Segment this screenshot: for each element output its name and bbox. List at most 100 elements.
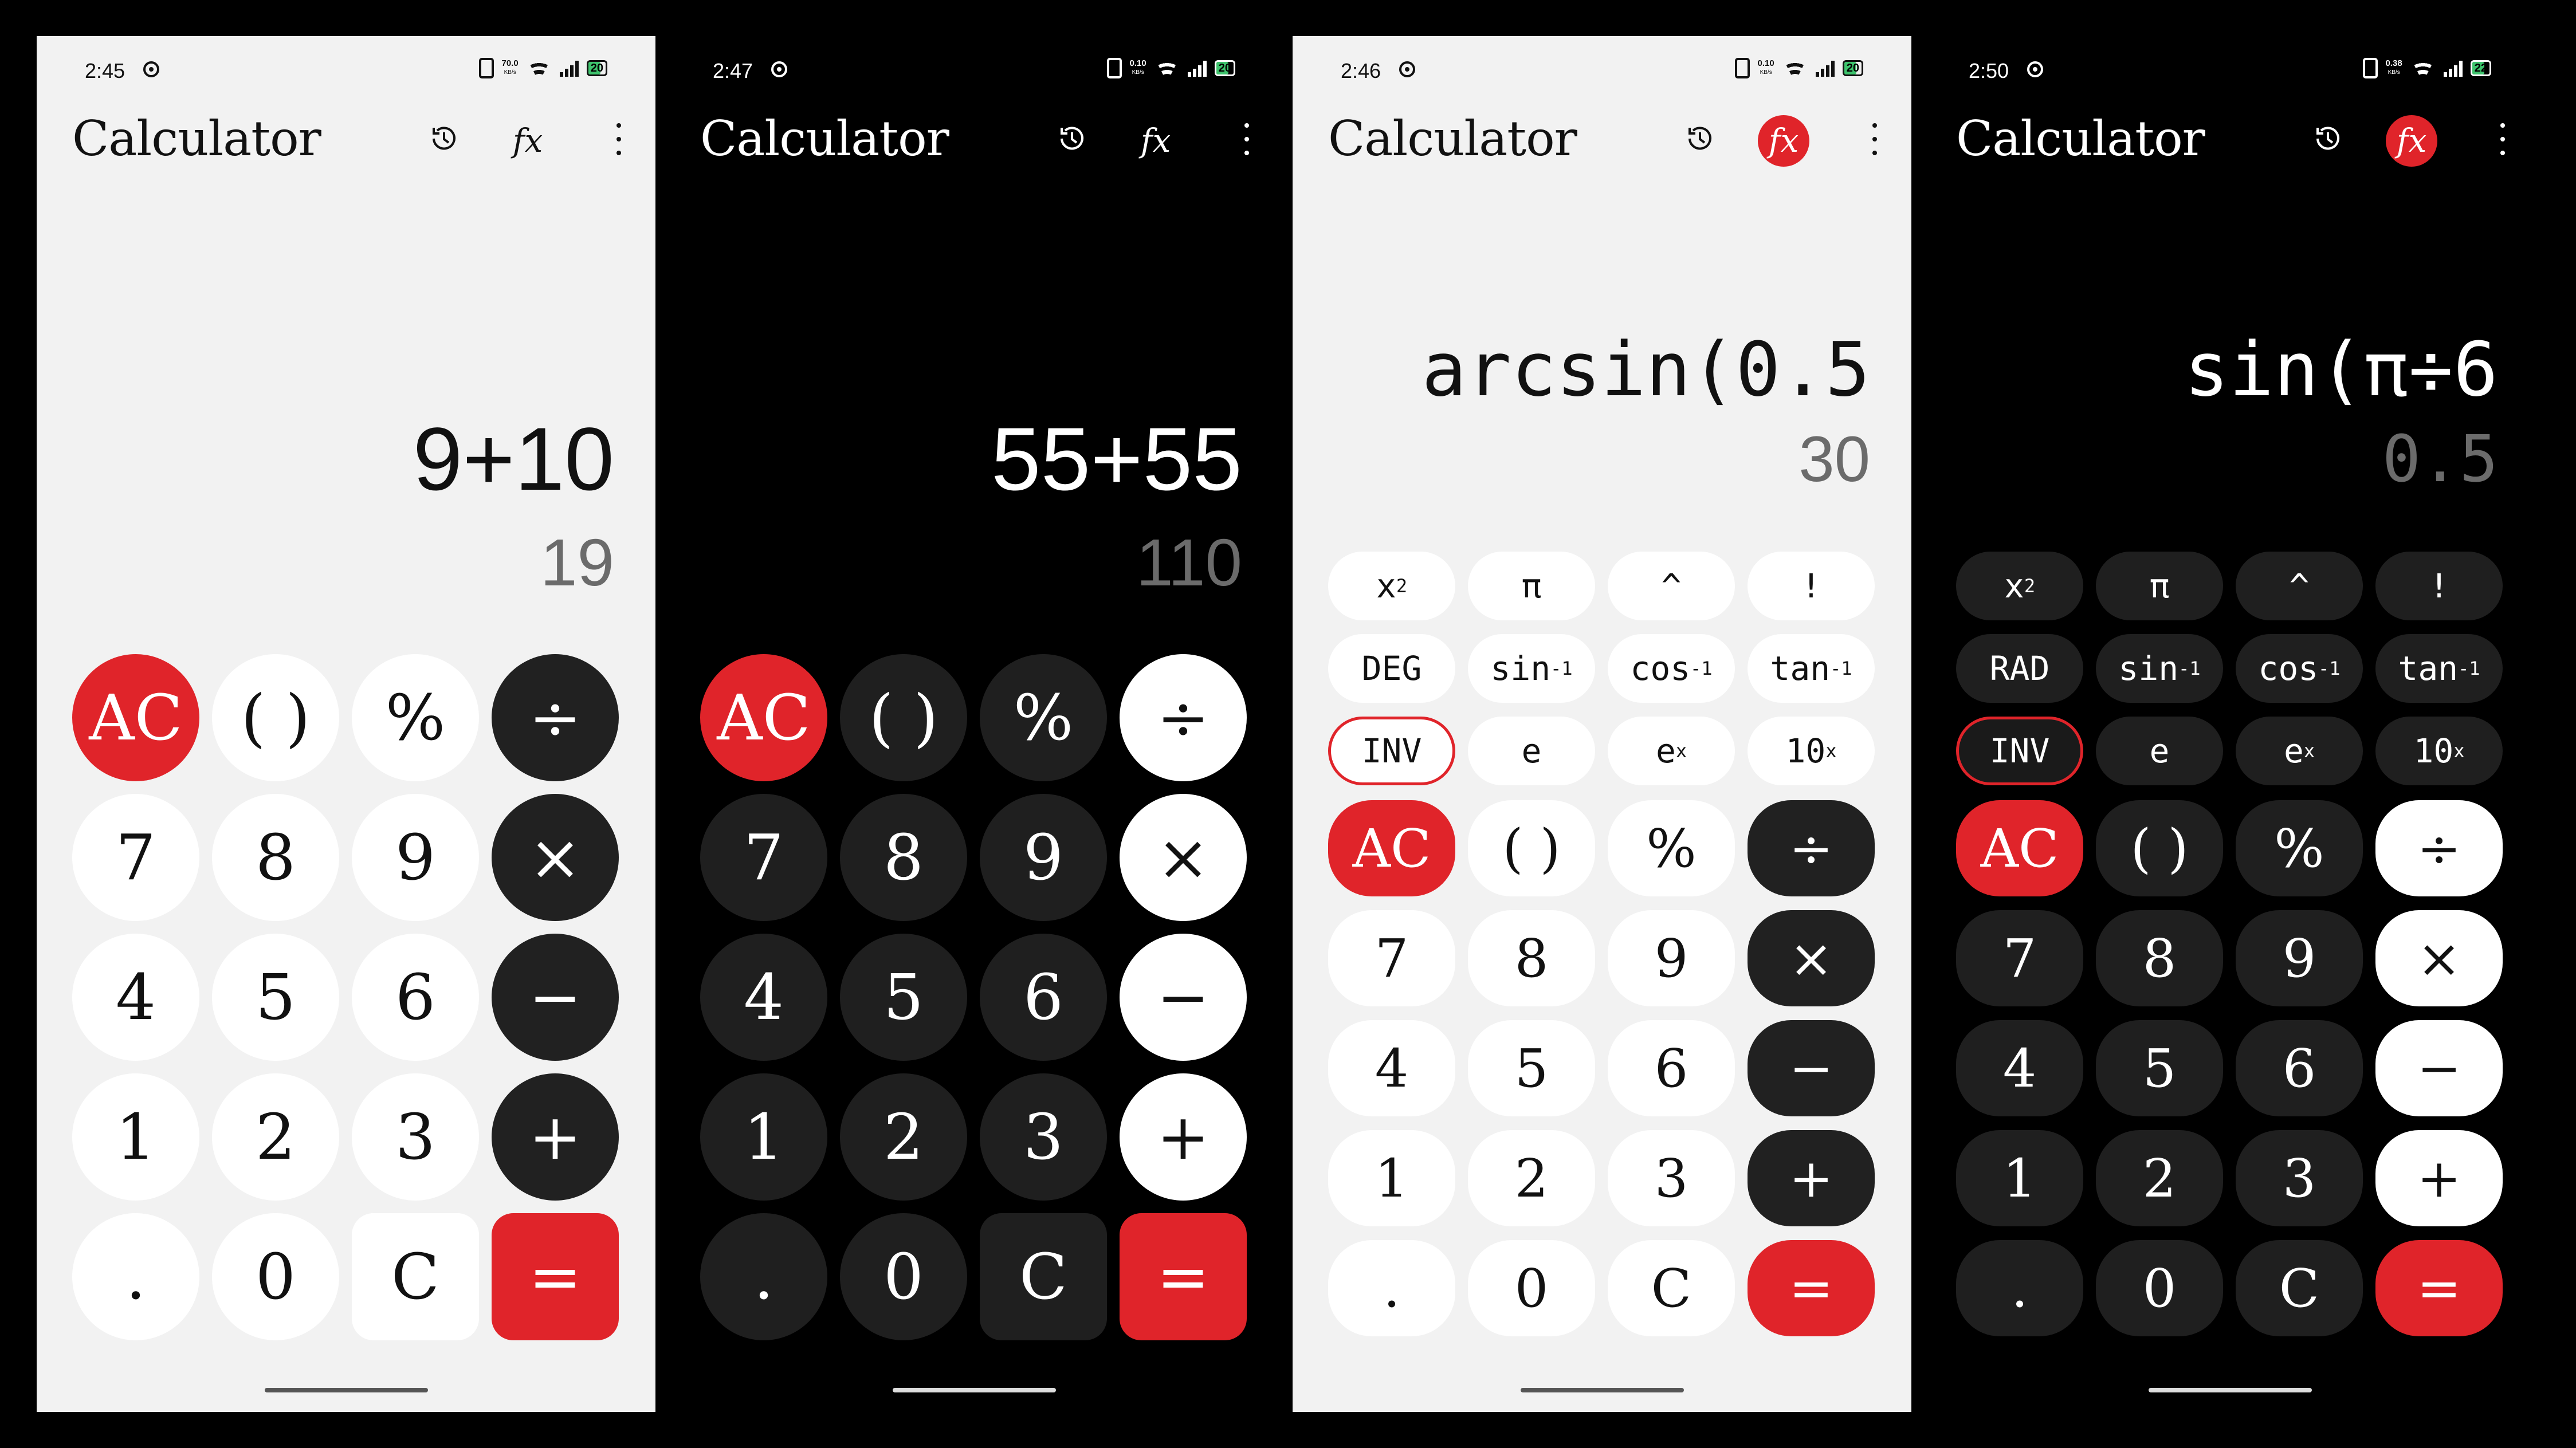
digit-3-button[interactable]: 3 [352, 1073, 479, 1201]
add-button[interactable]: + [492, 1073, 619, 1201]
parentheses-button[interactable]: ( ) [840, 654, 967, 781]
history-icon[interactable] [1057, 123, 1087, 154]
arccos-button[interactable]: cos -1 [2236, 634, 2363, 703]
exp-button[interactable]: ex [2236, 717, 2363, 785]
angle-mode-button[interactable]: DEG [1328, 634, 1455, 703]
digit-4-button[interactable]: 4 [700, 934, 827, 1061]
digit-8-button[interactable]: 8 [840, 794, 967, 921]
multiply-button[interactable]: × [492, 794, 619, 921]
digit-7-button[interactable]: 7 [700, 794, 827, 921]
home-indicator[interactable] [2149, 1388, 2312, 1392]
digit-2-button[interactable]: 2 [212, 1073, 339, 1201]
divide-button[interactable]: ÷ [2375, 800, 2503, 896]
digit-0-button[interactable]: 0 [1468, 1240, 1595, 1336]
function-fx-icon[interactable]: fx [1130, 115, 1181, 167]
function-fx-icon[interactable]: fx [2386, 115, 2437, 167]
add-button[interactable]: + [1748, 1130, 1875, 1226]
arctan-button[interactable]: tan -1 [2375, 634, 2503, 703]
digit-2-button[interactable]: 2 [2096, 1130, 2223, 1226]
subtract-button[interactable]: − [1748, 1020, 1875, 1116]
digit-6-button[interactable]: 6 [2236, 1020, 2363, 1116]
exp-button[interactable]: ex [1608, 717, 1735, 785]
ten-power-button[interactable]: 10 x [2375, 717, 2503, 785]
clear-button[interactable]: C [1608, 1240, 1735, 1336]
history-icon[interactable] [2312, 123, 2343, 154]
all-clear-button[interactable]: AC [700, 654, 827, 781]
clear-button[interactable]: C [352, 1213, 479, 1340]
digit-5-button[interactable]: 5 [1468, 1020, 1595, 1116]
digit-3-button[interactable]: 3 [980, 1073, 1107, 1201]
digit-6-button[interactable]: 6 [980, 934, 1107, 1061]
pi-button[interactable]: π [2096, 552, 2223, 620]
function-fx-icon[interactable]: fx [1758, 115, 1809, 167]
arccos-button[interactable]: cos -1 [1608, 634, 1735, 703]
clear-button[interactable]: C [980, 1213, 1107, 1340]
more-vert-icon[interactable] [615, 123, 622, 155]
square-button[interactable]: x2 [1328, 552, 1455, 620]
digit-9-button[interactable]: 9 [980, 794, 1107, 921]
all-clear-button[interactable]: AC [72, 654, 199, 781]
digit-7-button[interactable]: 7 [72, 794, 199, 921]
home-indicator[interactable] [893, 1388, 1056, 1392]
equals-button[interactable]: = [1120, 1213, 1247, 1340]
digit-4-button[interactable]: 4 [1328, 1020, 1455, 1116]
multiply-button[interactable]: × [1748, 910, 1875, 1006]
digit-1-button[interactable]: 1 [700, 1073, 827, 1201]
power-button[interactable]: ^ [2236, 552, 2363, 620]
decimal-button[interactable]: . [72, 1213, 199, 1340]
all-clear-button[interactable]: AC [1328, 800, 1455, 896]
euler-button[interactable]: e [1468, 717, 1595, 785]
digit-1-button[interactable]: 1 [1328, 1130, 1455, 1226]
digit-9-button[interactable]: 9 [2236, 910, 2363, 1006]
home-indicator[interactable] [1521, 1388, 1684, 1392]
digit-7-button[interactable]: 7 [1956, 910, 2083, 1006]
digit-4-button[interactable]: 4 [1956, 1020, 2083, 1116]
subtract-button[interactable]: − [2375, 1020, 2503, 1116]
inverse-toggle-button[interactable]: INV [1328, 717, 1455, 785]
percent-button[interactable]: % [2236, 800, 2363, 896]
digit-9-button[interactable]: 9 [1608, 910, 1735, 1006]
power-button[interactable]: ^ [1608, 552, 1735, 620]
home-indicator[interactable] [265, 1388, 428, 1392]
digit-4-button[interactable]: 4 [72, 934, 199, 1061]
percent-button[interactable]: % [980, 654, 1107, 781]
percent-button[interactable]: % [1608, 800, 1735, 896]
subtract-button[interactable]: − [1120, 934, 1247, 1061]
function-fx-icon[interactable]: fx [502, 115, 553, 167]
arcsin-button[interactable]: sin -1 [1468, 634, 1595, 703]
digit-8-button[interactable]: 8 [2096, 910, 2223, 1006]
digit-8-button[interactable]: 8 [1468, 910, 1595, 1006]
add-button[interactable]: + [2375, 1130, 2503, 1226]
more-vert-icon[interactable] [1871, 123, 1878, 155]
add-button[interactable]: + [1120, 1073, 1247, 1201]
percent-button[interactable]: % [352, 654, 479, 781]
equals-button[interactable]: = [1748, 1240, 1875, 1336]
digit-1-button[interactable]: 1 [72, 1073, 199, 1201]
ten-power-button[interactable]: 10 x [1748, 717, 1875, 785]
factorial-button[interactable]: ! [1748, 552, 1875, 620]
decimal-button[interactable]: . [1956, 1240, 2083, 1336]
euler-button[interactable]: e [2096, 717, 2223, 785]
digit-3-button[interactable]: 3 [1608, 1130, 1735, 1226]
digit-0-button[interactable]: 0 [840, 1213, 967, 1340]
divide-button[interactable]: ÷ [492, 654, 619, 781]
pi-button[interactable]: π [1468, 552, 1595, 620]
digit-5-button[interactable]: 5 [2096, 1020, 2223, 1116]
digit-8-button[interactable]: 8 [212, 794, 339, 921]
digit-6-button[interactable]: 6 [352, 934, 479, 1061]
divide-button[interactable]: ÷ [1120, 654, 1247, 781]
more-vert-icon[interactable] [1243, 123, 1250, 155]
subtract-button[interactable]: − [492, 934, 619, 1061]
history-icon[interactable] [1684, 123, 1715, 154]
angle-mode-button[interactable]: RAD [1956, 634, 2083, 703]
arcsin-button[interactable]: sin -1 [2096, 634, 2223, 703]
factorial-button[interactable]: ! [2375, 552, 2503, 620]
decimal-button[interactable]: . [1328, 1240, 1455, 1336]
square-button[interactable]: x2 [1956, 552, 2083, 620]
parentheses-button[interactable]: ( ) [212, 654, 339, 781]
multiply-button[interactable]: × [1120, 794, 1247, 921]
digit-2-button[interactable]: 2 [840, 1073, 967, 1201]
digit-3-button[interactable]: 3 [2236, 1130, 2363, 1226]
digit-5-button[interactable]: 5 [212, 934, 339, 1061]
arctan-button[interactable]: tan -1 [1748, 634, 1875, 703]
